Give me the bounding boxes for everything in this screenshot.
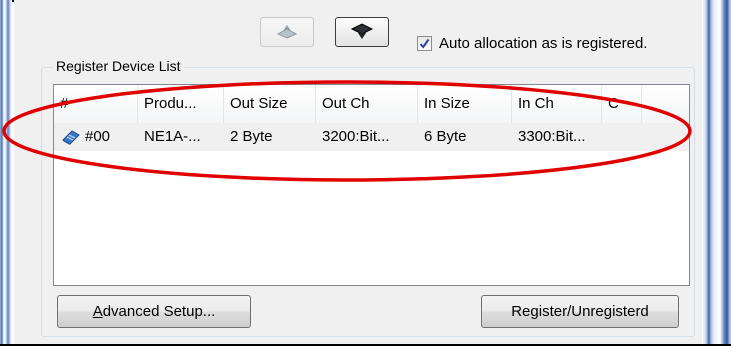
device-list[interactable]: # Produ... Out Size Out Ch In Size In Ch… <box>53 84 690 286</box>
cell-in-ch: 3300:Bit... <box>518 128 586 145</box>
column-header-number[interactable]: # <box>54 85 138 123</box>
column-header-c[interactable]: C <box>602 85 642 123</box>
cell-out-ch: 3200:Bit... <box>322 128 390 145</box>
collapse-icon <box>276 25 298 39</box>
register-unregister-button[interactable]: Register/Unregisterd <box>481 295 679 328</box>
bottom-border <box>0 344 731 350</box>
cell-product: NE1A-... <box>144 128 201 145</box>
expand-icon <box>350 23 374 39</box>
checkmark-icon <box>419 38 430 49</box>
table-row[interactable]: #00 NE1A-... 2 Byte 3200:Bit... 6 Byte 3… <box>54 123 689 151</box>
column-header-product[interactable]: Produ... <box>138 85 224 123</box>
auto-allocation-label: Auto allocation as is registered. <box>439 35 648 52</box>
column-header-out-ch[interactable]: Out Ch <box>316 85 418 123</box>
cell-number: #00 <box>85 128 111 145</box>
column-header-in-size[interactable]: In Size <box>418 85 512 123</box>
right-window-edge <box>702 0 731 344</box>
auto-allocation-option[interactable]: Auto allocation as is registered. <box>417 35 647 52</box>
register-unregister-label: Register/Unregisterd <box>511 303 649 320</box>
collapse-button[interactable] <box>260 17 314 47</box>
auto-allocation-checkbox[interactable] <box>417 36 432 51</box>
column-header-in-ch[interactable]: In Ch <box>512 85 602 123</box>
advanced-setup-mnemonic: A <box>92 303 103 320</box>
device-icon <box>62 130 80 145</box>
cell-in-size: 6 Byte <box>424 128 467 145</box>
left-window-edge <box>0 0 12 344</box>
advanced-setup-button[interactable]: Advanced Setup... <box>57 295 251 328</box>
column-header-filler <box>642 85 689 123</box>
cell-out-size: 2 Byte <box>230 128 273 145</box>
expand-button[interactable] <box>335 17 389 47</box>
window-frame: Auto allocation as is registered. Regist… <box>0 0 731 350</box>
group-title: Register Device List <box>53 58 184 74</box>
list-header: # Produ... Out Size Out Ch In Size In Ch… <box>54 85 689 124</box>
column-header-out-size[interactable]: Out Size <box>224 85 316 123</box>
advanced-setup-label: dvanced Setup... <box>102 303 216 320</box>
